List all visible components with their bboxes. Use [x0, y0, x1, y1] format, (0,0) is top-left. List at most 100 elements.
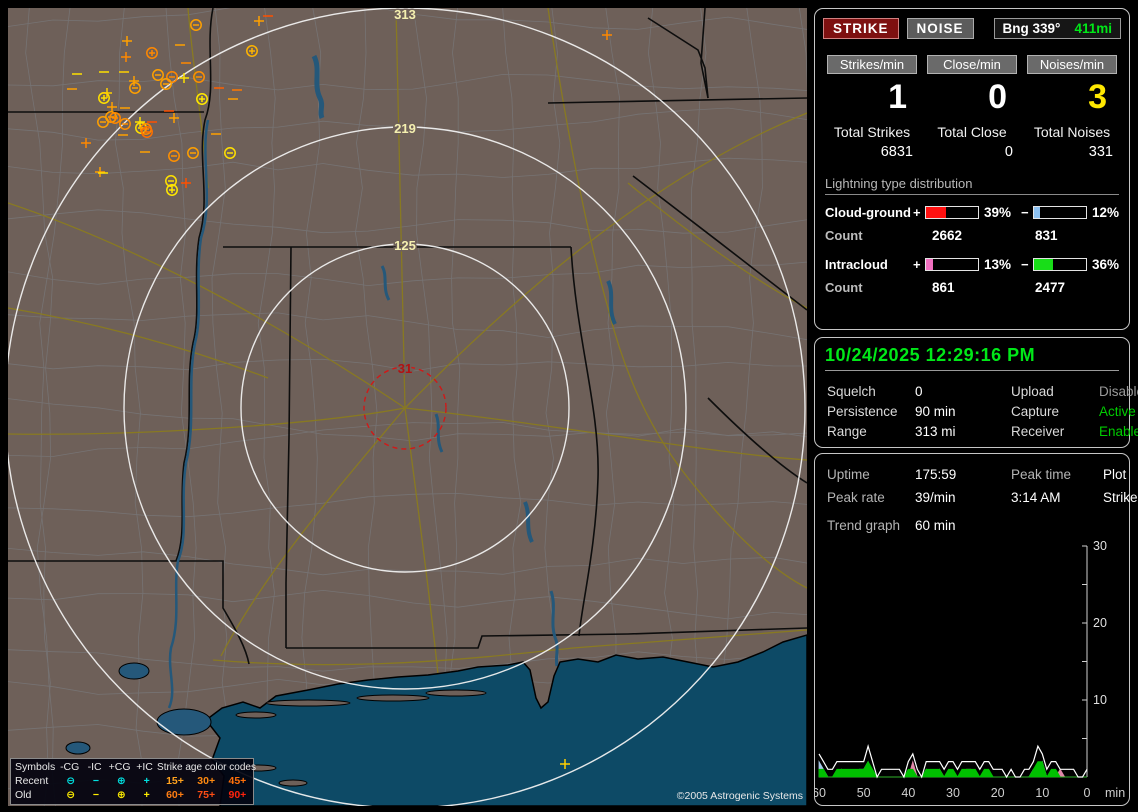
- legend-recent-label: Recent: [15, 775, 49, 787]
- svg-text:30: 30: [1093, 539, 1107, 553]
- cg-minus-bar: [1033, 205, 1087, 219]
- cg-minus-count: 831: [1035, 228, 1058, 243]
- range-label: Range: [827, 423, 867, 439]
- barrier-island: [356, 694, 430, 702]
- capture-status: Active: [1099, 403, 1136, 419]
- cg-minus-pct: 12%: [1092, 204, 1120, 220]
- datetime-display: 10/24/2025 12:29:16 PM: [825, 345, 1119, 371]
- chip-noises-per-min: Noises/min: [1027, 55, 1117, 74]
- ic-minus-count: 2477: [1035, 280, 1066, 295]
- total-noises-value: 331: [1088, 144, 1113, 160]
- legend-age-header: Strike age color codes: [157, 761, 256, 773]
- barrier-island: [265, 699, 351, 707]
- legend-col-neg-cg: -CG: [60, 761, 80, 773]
- legend-col-pos-ic: +IC: [136, 761, 153, 773]
- chip-strikes-per-min: Strikes/min: [827, 55, 917, 74]
- lake: [156, 708, 212, 736]
- cg-count-label: Count: [825, 228, 863, 243]
- cg-plus-bar: [925, 205, 979, 219]
- ic-plus-bar: [925, 257, 979, 271]
- svg-text:50: 50: [857, 786, 871, 800]
- svg-text:30: 30: [946, 786, 960, 800]
- upload-status: Disabled: [1099, 383, 1138, 399]
- plot-mode-value: Strike: [1103, 490, 1138, 505]
- uptime-label: Uptime: [827, 467, 870, 482]
- svg-text:10: 10: [1035, 786, 1049, 800]
- total-close-value: 0: [1004, 144, 1013, 160]
- legend-symbols-header: Symbols: [15, 761, 56, 773]
- persistence-label: Persistence: [827, 403, 898, 419]
- bearing-label: Bng 339°: [1002, 21, 1061, 36]
- lake: [118, 662, 150, 680]
- svg-text:20: 20: [991, 786, 1005, 800]
- copyright-text: ©2005 Astrogenic Systems: [676, 790, 803, 802]
- trend-panel: Uptime 175:59 Peak time Plot Peak rate 3…: [814, 453, 1138, 806]
- age-60: 60+: [166, 789, 184, 801]
- delta-island: [278, 779, 308, 787]
- age-45: 45+: [228, 775, 247, 787]
- ic-count-label: Count: [825, 280, 863, 295]
- svg-text:60: 60: [815, 786, 826, 800]
- ring-label-219: 219: [394, 121, 416, 136]
- plus-sign: +: [913, 204, 921, 220]
- cg-plus-bar-fill: [926, 206, 947, 218]
- old-cg-neg-icon: ⊖: [66, 789, 75, 801]
- ic-plus-pct: 13%: [984, 256, 1012, 272]
- ic-minus-pct: 36%: [1092, 256, 1120, 272]
- upload-label: Upload: [1011, 383, 1054, 399]
- cloud-ground-label: Cloud-ground: [825, 204, 911, 220]
- trend-graph-label: Trend graph: [827, 518, 901, 533]
- age-75: 75+: [197, 789, 216, 801]
- receiver-status: Enabled: [1099, 423, 1138, 439]
- old-ic-pos-icon: +: [143, 789, 150, 801]
- age-30: 30+: [197, 775, 216, 787]
- legend-old-label: Old: [15, 789, 32, 801]
- cg-plus-pct: 39%: [984, 204, 1012, 220]
- legend-col-pos-cg: +CG: [108, 761, 131, 773]
- svg-text:10: 10: [1093, 693, 1107, 707]
- lightning-map[interactable]: 31 125 219 313 Symbols -CG -IC +CG +IC Stri…: [8, 8, 807, 806]
- ic-plus-bar-fill: [926, 258, 933, 270]
- ic-plus-count: 861: [932, 280, 955, 295]
- recent-cg-neg-icon: ⊖: [66, 775, 75, 787]
- cg-plus-count: 2662: [932, 228, 963, 243]
- svg-text:40: 40: [901, 786, 915, 800]
- status-panel: 10/24/2025 12:29:16 PM Squelch 0 Upload …: [814, 337, 1138, 448]
- intracloud-label: Intracloud: [825, 256, 888, 272]
- strikes-per-min-value: 1: [888, 78, 907, 116]
- total-noises-label: Total Noises: [1033, 124, 1111, 140]
- barrier-island: [235, 711, 277, 719]
- strike-button[interactable]: STRIKE: [823, 18, 899, 39]
- age-90: 90+: [228, 789, 247, 801]
- plus-sign: +: [913, 256, 921, 272]
- cg-minus-bar-fill: [1034, 206, 1041, 218]
- map-canvas: 31 125 219 313: [8, 8, 807, 806]
- trend-graph: 10 20 30 60 50 40 30 20 10 0 min: [815, 539, 1125, 800]
- plot-label: Plot: [1103, 467, 1127, 482]
- recent-ic-pos-icon: +: [143, 775, 150, 787]
- legend-col-neg-ic: -IC: [87, 761, 102, 773]
- peak-time-label: Peak time: [1011, 467, 1072, 482]
- ring-label-125: 125: [394, 238, 416, 253]
- uptime-value: 175:59: [915, 467, 957, 482]
- bearing-distance: 411mi: [1074, 21, 1112, 36]
- chip-close-per-min: Close/min: [927, 55, 1017, 74]
- lake: [65, 741, 91, 755]
- old-cg-pos-icon: ⊕: [116, 789, 126, 801]
- trend-graph-span: 60 min: [915, 518, 956, 533]
- distribution-title: Lightning type distribution: [825, 176, 1119, 195]
- barrier-island: [425, 689, 487, 697]
- squelch-label: Squelch: [827, 383, 876, 399]
- ring-label-313: 313: [394, 8, 416, 22]
- symbol-legend: Symbols -CG -IC +CG +IC Strike age color…: [10, 758, 256, 805]
- range-value: 313 mi: [915, 423, 956, 439]
- svg-text:min: min: [1105, 786, 1125, 800]
- recent-cg-pos-icon: ⊕: [116, 775, 126, 787]
- noise-button[interactable]: NOISE: [906, 18, 974, 39]
- ring-label-31: 31: [398, 361, 412, 376]
- peak-time-value: 3:14 AM: [1011, 490, 1061, 505]
- noises-per-min-value: 3: [1088, 78, 1107, 116]
- ic-minus-bar-fill: [1034, 258, 1053, 270]
- bearing-readout: Bng 339° 411mi: [993, 18, 1121, 39]
- old-ic-neg-icon: −: [92, 789, 100, 801]
